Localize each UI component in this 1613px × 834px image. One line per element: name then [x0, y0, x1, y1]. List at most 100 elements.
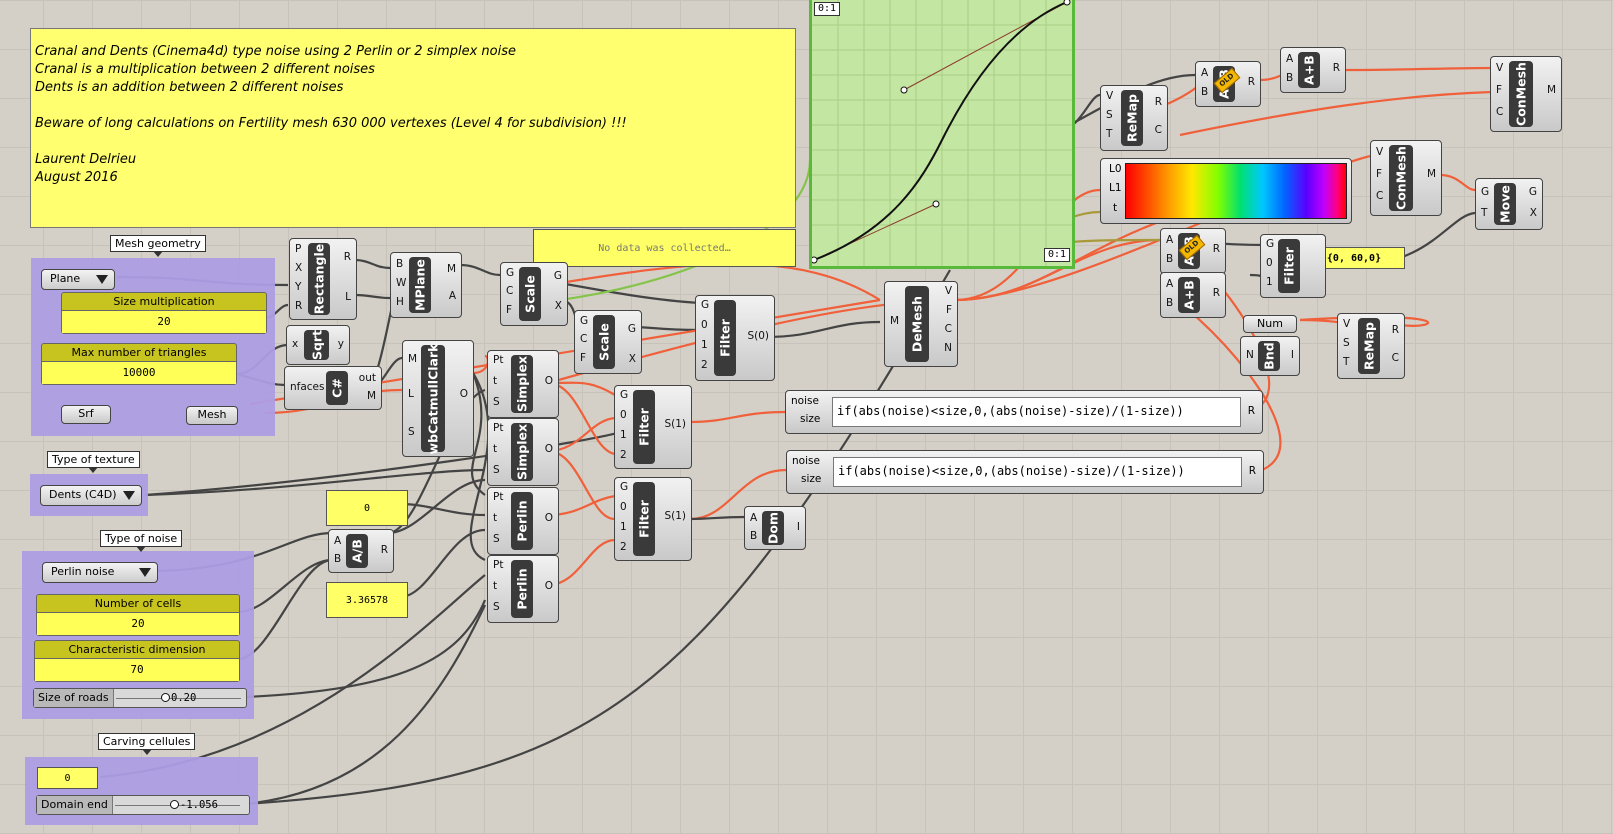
max-triangles-value: 10000 — [42, 361, 236, 384]
srf-param[interactable]: Srf — [61, 405, 111, 424]
pin: A — [1166, 234, 1174, 246]
zero-panel[interactable]: 0 — [326, 490, 408, 526]
pin: G — [1481, 186, 1490, 198]
scale-component-2[interactable]: G C F Scale G X — [574, 310, 642, 374]
note-line — [35, 133, 791, 151]
pin: O — [544, 443, 553, 455]
pin: 0 — [701, 319, 708, 331]
size-multiplication-value: 20 — [62, 310, 266, 333]
scale-label: Scale — [596, 323, 612, 361]
scale-component-1[interactable]: G C F Scale G X — [500, 262, 568, 326]
add-label: A+B — [1181, 280, 1197, 310]
size-of-roads-slider[interactable]: Size of roads 0.20 — [33, 688, 247, 708]
expression-code[interactable]: if(abs(noise)<size,0,(abs(noise)-size)/(… — [833, 457, 1242, 487]
expression-component-1[interactable]: noise size if(abs(noise)<size,0,(abs(noi… — [785, 390, 1263, 434]
pin: nfaces — [290, 381, 325, 393]
dom-component[interactable]: A B Dom I — [744, 506, 806, 550]
mplane-label: MPlane — [412, 259, 428, 311]
pin: I — [796, 521, 800, 533]
pin: S — [493, 533, 500, 545]
expression-code[interactable]: if(abs(noise)<size,0,(abs(noise)-size)/(… — [832, 397, 1241, 427]
pin: t — [493, 580, 498, 592]
pin: S — [493, 396, 500, 408]
rectangle-label: Rectangle — [311, 243, 327, 315]
characteristic-dimension-slider[interactable]: Characteristic dimension 70 — [34, 640, 240, 682]
conmesh-component-1[interactable]: V F C ConMesh M — [1490, 56, 1562, 132]
domain-end-slider[interactable]: Domain end -1.056 — [36, 795, 250, 815]
pin: V — [1496, 62, 1504, 74]
num-param[interactable]: Num — [1243, 315, 1297, 333]
pin: t — [493, 443, 498, 455]
graph-mapper[interactable]: 0:1 0:1 — [809, 0, 1075, 269]
divide-component[interactable]: A B A/B R — [328, 529, 394, 573]
pin: 1 — [620, 521, 627, 533]
pin: G — [553, 270, 562, 282]
texture-dropdown[interactable]: Dents (C4D) — [40, 485, 142, 506]
noise-dropdown[interactable]: Perlin noise — [42, 562, 158, 583]
pi-value-panel[interactable]: 3.36578 — [326, 582, 408, 618]
pin: 2 — [620, 449, 627, 461]
carving-zero-panel[interactable]: 0 — [37, 767, 98, 789]
plane-dropdown[interactable]: Plane — [41, 269, 115, 290]
max-triangles-slider[interactable]: Max number of triangles 10000 — [41, 343, 237, 385]
pin: M — [1546, 84, 1556, 96]
size-multiplication-slider[interactable]: Size multiplication 20 — [61, 292, 267, 334]
note-line — [35, 97, 791, 115]
add-component-1[interactable]: A B A+B R — [1280, 47, 1346, 93]
pin: C — [1376, 190, 1384, 202]
csharp-component[interactable]: nfaces C# out M — [284, 366, 382, 410]
pin: Pt — [493, 559, 504, 571]
pin: C — [1496, 106, 1504, 118]
filter-component-1[interactable]: G 0 1 2 Filter S(1) — [614, 385, 692, 469]
simplex-component-1[interactable]: Pt t S Simplex O — [487, 350, 559, 418]
add-component-2[interactable]: A B A+B R — [1160, 272, 1226, 318]
number-of-cells-slider[interactable]: Number of cells 20 — [36, 594, 240, 636]
domain-end-value: -1.056 — [180, 799, 218, 811]
pin: B — [1201, 86, 1209, 98]
csharp-label: C# — [329, 378, 345, 398]
filter-component-2[interactable]: G 0 1 2 Filter S(1) — [614, 477, 692, 561]
filter-component-3[interactable]: G 0 1 Filter — [1260, 234, 1326, 298]
move-component[interactable]: G T Move G X — [1475, 178, 1543, 230]
pin: L — [345, 291, 351, 303]
wbcatmullclark-component[interactable]: M L S wbCatmullClark O — [402, 340, 474, 457]
remap-component-1[interactable]: V S T ReMap R C — [1100, 85, 1168, 151]
filter-component-0[interactable]: G 0 1 2 Filter S(0) — [695, 295, 775, 381]
slider-knob[interactable] — [161, 693, 170, 702]
no-data-panel[interactable]: No data was collected… — [533, 229, 796, 267]
pin: G — [1528, 186, 1537, 198]
perlin-component-1[interactable]: Pt t S Perlin O — [487, 487, 559, 555]
pin: R — [1248, 465, 1256, 477]
gradient-spectrum[interactable] — [1125, 163, 1347, 219]
simplex-component-2[interactable]: Pt t S Simplex O — [487, 418, 559, 486]
pin: B — [396, 258, 404, 270]
pin: t — [1113, 202, 1118, 214]
domain-end-label: Domain end — [37, 796, 113, 814]
multiply-component-2[interactable]: A B A×B R OLD — [1160, 228, 1226, 274]
multiply-component-1[interactable]: A B A×B R OLD — [1195, 61, 1261, 107]
gradient-component[interactable]: L0 L1 t — [1100, 158, 1352, 224]
perlin-label: Perlin — [514, 568, 530, 610]
rectangle-component[interactable]: P X Y R Rectangle R L — [289, 238, 357, 320]
remap-label: ReMap — [1124, 94, 1140, 142]
mplane-component[interactable]: B W H MPlane M A — [390, 252, 462, 318]
bounds-component[interactable]: N Bnd I — [1240, 336, 1300, 376]
expression-component-2[interactable]: noise size if(abs(noise)<size,0,(abs(noi… — [786, 450, 1264, 494]
slider-knob[interactable] — [170, 800, 179, 809]
pin: F — [1376, 168, 1383, 180]
pin: S — [1343, 337, 1350, 349]
pin: V — [1343, 318, 1351, 330]
conmesh-component-2[interactable]: V F C ConMesh M — [1370, 140, 1442, 216]
remap-component-2[interactable]: V S T ReMap R C — [1337, 313, 1405, 379]
mesh-param[interactable]: Mesh — [186, 406, 238, 425]
pin: T — [1481, 207, 1488, 219]
pin: G — [627, 323, 636, 335]
remap-label: ReMap — [1361, 322, 1377, 370]
perlin-component-2[interactable]: Pt t S Perlin O — [487, 555, 559, 623]
demesh-component[interactable]: M DeMesh V F C N — [884, 281, 958, 367]
sqrt-component[interactable]: x Sqrt y — [286, 325, 350, 365]
pin: S — [493, 464, 500, 476]
pin: L1 — [1109, 182, 1122, 194]
pin: F — [580, 352, 587, 364]
pin: A — [1201, 67, 1209, 79]
